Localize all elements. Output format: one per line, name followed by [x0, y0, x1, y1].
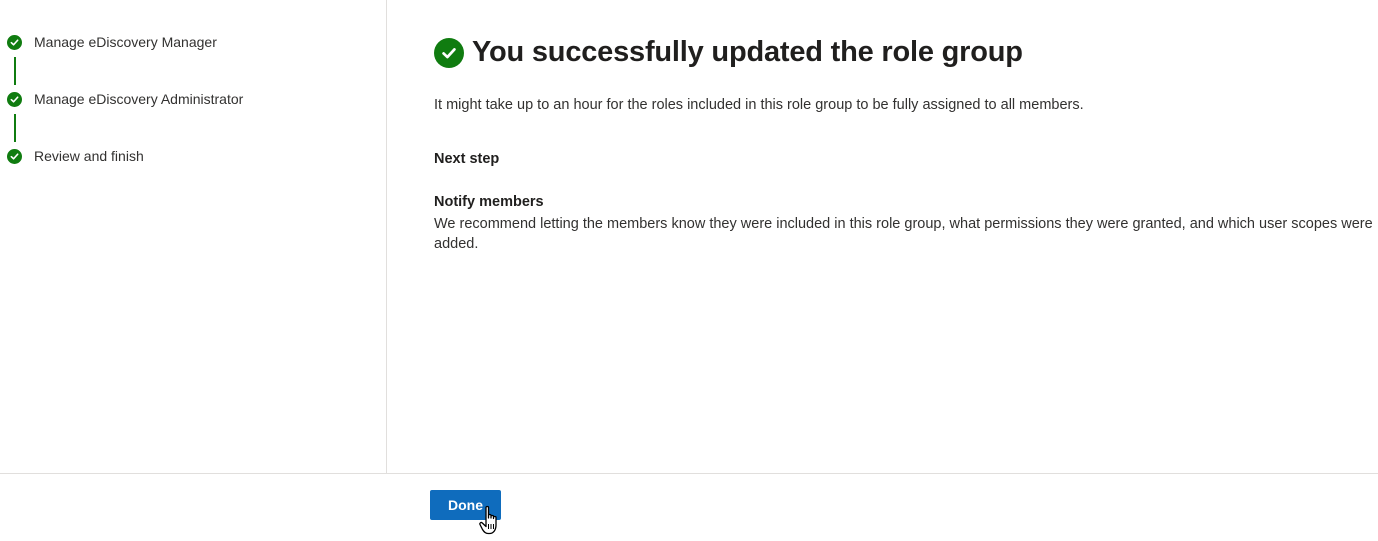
checkmark-circle-icon: [7, 148, 22, 164]
notify-members-title: Notify members: [434, 194, 544, 210]
success-description: It might take up to an hour for the role…: [434, 97, 1084, 113]
step-label: Manage eDiscovery Manager: [34, 34, 217, 50]
page-title: You successfully updated the role group: [434, 36, 1023, 69]
wizard-steps-panel: Manage eDiscovery Manager Manage eDiscov…: [0, 0, 387, 473]
step-review-and-finish[interactable]: Review and finish: [7, 147, 144, 165]
success-content: You successfully updated the role group …: [434, 0, 1378, 473]
step-manage-ediscovery-manager[interactable]: Manage eDiscovery Manager: [7, 33, 217, 51]
step-manage-ediscovery-administrator[interactable]: Manage eDiscovery Administrator: [7, 90, 243, 108]
page-title-text: You successfully updated the role group: [472, 36, 1023, 68]
step-connector: [14, 114, 16, 142]
step-label: Review and finish: [34, 148, 144, 164]
role-group-wizard: Manage eDiscovery Manager Manage eDiscov…: [0, 0, 1378, 541]
checkmark-circle-icon: [7, 34, 22, 50]
checkmark-circle-icon: [434, 37, 464, 68]
next-step-heading: Next step: [434, 151, 500, 167]
step-label: Manage eDiscovery Administrator: [34, 91, 244, 107]
step-connector: [14, 57, 16, 85]
checkmark-circle-icon: [7, 91, 22, 107]
footer-divider: [0, 473, 1378, 474]
hand-pointer-cursor-icon: [479, 505, 497, 535]
notify-members-description: We recommend letting the members know th…: [434, 216, 1373, 252]
